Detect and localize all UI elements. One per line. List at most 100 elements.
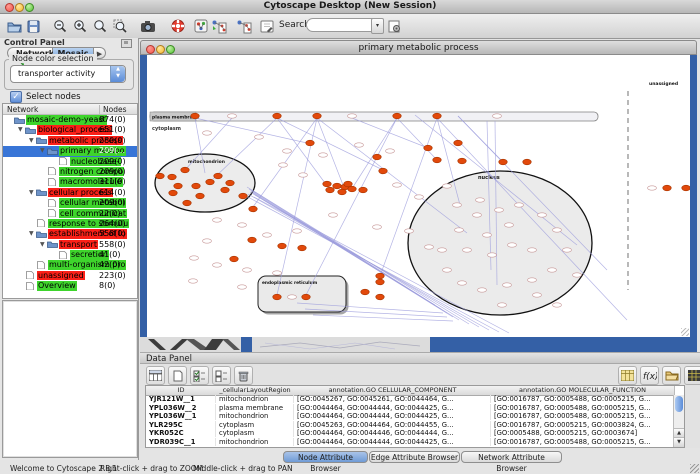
attribute-table[interactable]: ID_cellularLayoutRegionannotation.GO CEL… — [145, 385, 685, 448]
network-window-titlebar[interactable]: primary metabolic process — [140, 40, 697, 55]
table-cell[interactable]: [GO:0045267, GO:0045261, GO:0044464, G..… — [294, 395, 491, 403]
tree-expand-icon[interactable]: ▼ — [40, 146, 47, 156]
table-cell[interactable]: YDR039C__1 — [146, 438, 216, 446]
network-tree-item[interactable]: mosaic-demo-yeast874(0) — [3, 115, 137, 125]
network-tree-item[interactable]: Overview8(0) — [3, 281, 137, 291]
table-cell[interactable]: mitochondrion — [216, 412, 294, 420]
tree-expand-icon[interactable]: ▼ — [29, 136, 36, 146]
table-cell[interactable]: cytoplasm — [216, 429, 294, 437]
tree-item-node-count: 41(0) — [99, 250, 121, 260]
table-cell[interactable]: YJR121W__1 — [146, 395, 216, 403]
select-nodes-checkbox[interactable]: ✓ — [10, 91, 22, 103]
attribute-combobox[interactable]: transporter activity ▲▼ — [10, 65, 126, 83]
tree-expand-icon[interactable]: ▼ — [40, 240, 47, 250]
snapshot-camera-icon[interactable] — [139, 17, 157, 35]
table-cell[interactable]: plasma membrane — [216, 404, 294, 412]
table-cell[interactable]: [GO:0044464, GO:0044446, GO:0044444, G..… — [294, 429, 491, 437]
import-attributes-icon[interactable] — [662, 366, 681, 385]
network-tree-item[interactable]: unassigned223(0) — [3, 271, 137, 281]
table-cell[interactable]: mitochondrion — [216, 395, 294, 403]
folder-icon — [14, 116, 25, 124]
table-cell[interactable]: [GO:0016787, GO:0005488, GO:0005215, G..… — [491, 395, 674, 403]
network-tree-rows: mosaic-demo-yeast874(0)▼biological_proce… — [3, 115, 137, 292]
attribute-matrix-icon[interactable] — [684, 366, 700, 385]
network-tree-item[interactable]: ▼biological_process651(0) — [3, 125, 137, 135]
status-bar: Welcome to Cytoscape 2.8.1 Right-click +… — [0, 464, 700, 474]
table-cell[interactable]: YKR052C — [146, 429, 216, 437]
network-tree-item[interactable]: ▼metabolic process280(0) — [3, 136, 137, 146]
tree-item-node-count: 651(0) — [99, 125, 126, 135]
birds-eye-view-panel[interactable] — [2, 300, 138, 458]
network-tree-item[interactable]: cell communicat22(0) — [3, 209, 137, 219]
table-cell[interactable]: mitochondrion — [216, 438, 294, 446]
canvas-resize-grip[interactable] — [681, 328, 689, 336]
table-cell[interactable]: YPL036W__2 — [146, 404, 216, 412]
network-tree-header: Network Nodes — [3, 104, 137, 115]
tab-node-attribute-browser[interactable]: Node Attribute Browser — [283, 451, 368, 463]
table-cell[interactable]: [GO:0005488, GO:0005215, GO:0003674] — [491, 429, 674, 437]
tree-expand-icon[interactable]: ▼ — [29, 188, 36, 198]
network-tree-item[interactable]: cellular metabol209(0) — [3, 198, 137, 208]
unselect-attributes-icon[interactable] — [212, 366, 231, 385]
network-tree-item[interactable]: nitrogen compo209(0) — [3, 167, 137, 177]
copy-network-view-2-icon[interactable] — [235, 17, 253, 35]
select-attributes-icon[interactable] — [190, 366, 209, 385]
annotation-search-icon[interactable] — [258, 17, 276, 35]
window-resize-grip[interactable] — [690, 464, 699, 473]
close-button[interactable] — [5, 3, 14, 12]
open-file-icon[interactable] — [5, 17, 23, 35]
zoom-selected-icon[interactable] — [111, 17, 129, 35]
tree-expand-icon[interactable]: ▼ — [29, 229, 36, 239]
table-cell[interactable]: [GO:0044464, GO:0044444, GO:0044425, G..… — [294, 438, 491, 446]
window-minimize-button[interactable] — [156, 45, 165, 54]
attribute-table-icon[interactable] — [146, 366, 165, 385]
zoom-out-icon[interactable] — [51, 17, 69, 35]
tab-edge-attribute-browser[interactable]: Edge Attribute Browser — [369, 451, 460, 463]
zoom-window-button[interactable] — [25, 3, 34, 12]
table-cell[interactable]: [GO:0044464, GO:0044444, GO:0044425, G..… — [294, 404, 491, 412]
network-tree-item[interactable]: response to stimulu264(0) — [3, 219, 137, 229]
tab-network-attribute-browser[interactable]: Network Attribute Browser — [461, 451, 562, 463]
tree-expand-icon[interactable]: ▼ — [18, 125, 25, 135]
float-panel-icon[interactable] — [121, 39, 132, 48]
minimize-button[interactable] — [15, 3, 24, 12]
attribute-editor-icon[interactable] — [618, 366, 637, 385]
tree-item-node-count: 558(0) — [99, 229, 126, 239]
background-window-strip — [140, 337, 697, 352]
network-tree-item[interactable]: ▼primary metabo209(... — [3, 146, 137, 156]
table-cell[interactable]: [GO:0016787, GO:0005488, GO:0005215, G..… — [491, 404, 674, 412]
scrollbar-thumb[interactable] — [675, 396, 683, 412]
vizmapper-icon[interactable] — [192, 17, 210, 35]
network-tree-item[interactable]: multi-organism pro42(0) — [3, 260, 137, 270]
search-dropdown-button[interactable]: ▾ — [371, 18, 384, 34]
table-cell[interactable]: [GO:0045263, GO:0044464, GO:0044455, G..… — [294, 421, 491, 429]
search-config-icon[interactable] — [385, 17, 403, 35]
network-tree-item[interactable]: secretion41(0) — [3, 250, 137, 260]
folder-icon — [47, 147, 58, 155]
table-cell[interactable]: YPL036W__1 — [146, 412, 216, 420]
zoom-in-icon[interactable] — [71, 17, 89, 35]
network-canvas[interactable]: plasma membranecytoplasmmitochondrionnuc… — [147, 55, 690, 337]
table-cell[interactable]: [GO:0016787, GO:0005488, GO:0005215, G..… — [491, 412, 674, 420]
table-cell[interactable]: [GO:0016787, GO:0005488, GO:0005215, G..… — [491, 438, 674, 446]
window-close-button[interactable] — [146, 45, 155, 54]
save-icon[interactable] — [24, 17, 42, 35]
table-cell[interactable]: [GO:0016787, GO:0005215, GO:0003824, G..… — [491, 421, 674, 429]
table-cell[interactable]: YLR295C — [146, 421, 216, 429]
network-tree-item[interactable]: ▼establishment of lo558(0) — [3, 229, 137, 239]
copy-network-view-1-icon[interactable] — [210, 17, 228, 35]
create-attribute-icon[interactable] — [168, 366, 187, 385]
formula-builder-icon[interactable]: f(x) — [640, 366, 659, 385]
network-tree-item[interactable]: macromolecule311(0) — [3, 177, 137, 187]
table-cell[interactable]: [GO:0044464, GO:0044444, GO:0044425, G..… — [294, 412, 491, 420]
delete-attribute-icon[interactable] — [234, 366, 253, 385]
network-tree-item[interactable]: ▼transport558(0) — [3, 240, 137, 250]
zoom-fit-icon[interactable] — [91, 17, 109, 35]
table-cell[interactable]: cytoplasm — [216, 421, 294, 429]
help-lifesaver-icon[interactable] — [169, 17, 187, 35]
scroll-down-icon[interactable]: ▼ — [674, 437, 684, 447]
network-tree-item[interactable]: nucleobase-209(0) — [3, 157, 137, 167]
window-zoom-button[interactable] — [166, 45, 175, 54]
network-tree-item[interactable]: ▼cellular process614(0) — [3, 188, 137, 198]
table-scrollbar[interactable]: ▲ ▼ — [673, 395, 684, 447]
